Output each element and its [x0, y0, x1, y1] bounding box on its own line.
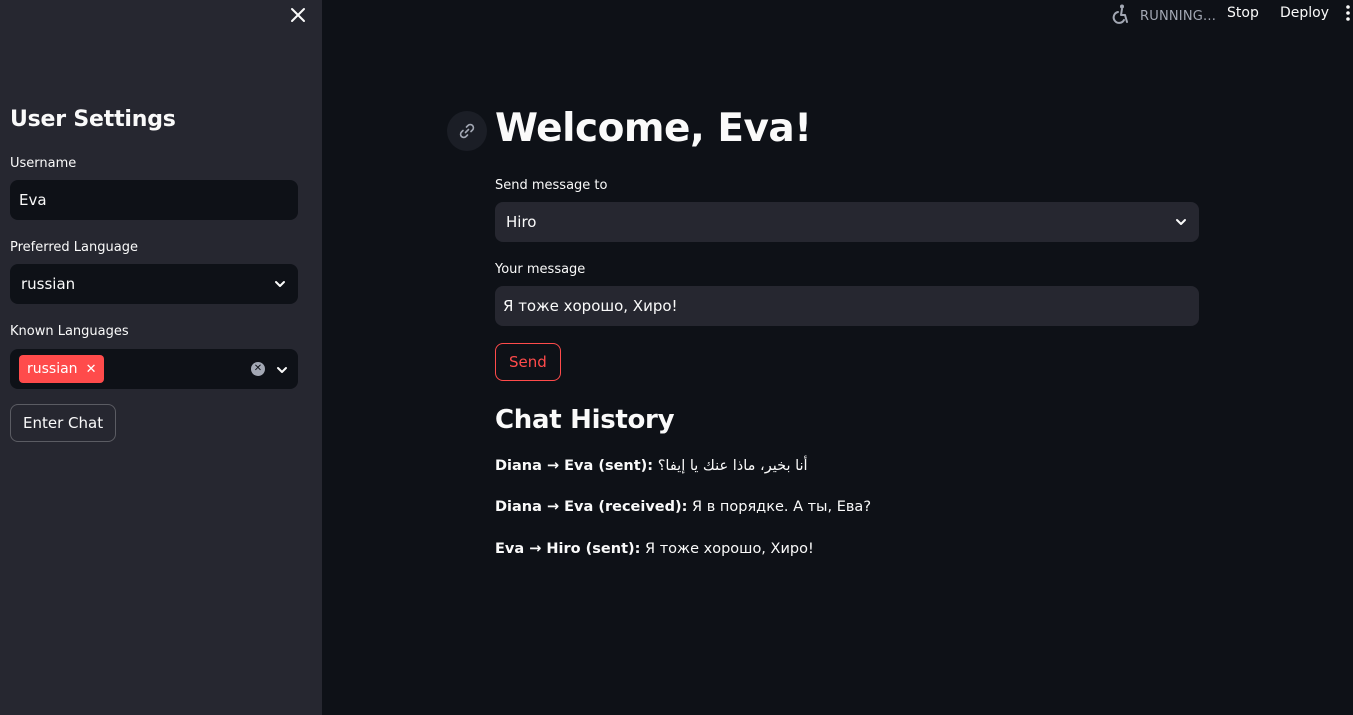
chat-history-prefix: Diana → Eva (sent): [495, 458, 654, 474]
recipient-select[interactable]: Hiro [495, 202, 1199, 242]
chevron-down-icon[interactable] [275, 362, 289, 376]
deploy-button[interactable]: Deploy [1280, 5, 1329, 21]
running-status-text: RUNNING... [1140, 8, 1217, 24]
preferred-language-label: Preferred Language [10, 240, 138, 255]
message-input[interactable]: Я тоже хорошо, Хиро! [495, 286, 1199, 326]
preferred-language-value: russian [21, 275, 76, 293]
link-icon[interactable] [447, 111, 487, 151]
chat-history-item: Eva → Hiro (sent): Я тоже хорошо, Хиро! [495, 541, 814, 557]
sidebar-title: User Settings [10, 107, 176, 132]
language-tag: russian ✕ [19, 355, 105, 383]
language-tag-label: russian [27, 361, 78, 377]
chat-history-item: Diana → Eva (received): Я в порядке. А т… [495, 499, 871, 515]
page-title: Welcome, Eva! [495, 106, 812, 151]
chat-history-text: Я в порядке. А ты, Ева? [692, 499, 872, 515]
main-menu-icon[interactable] [1345, 4, 1351, 22]
stop-button[interactable]: Stop [1227, 5, 1259, 21]
remove-tag-icon[interactable]: ✕ [86, 363, 97, 376]
chat-history-text: أنا بخير، ماذا عنك يا إيفا؟ [657, 458, 808, 474]
recipient-label: Send message to [495, 178, 608, 193]
chat-history-prefix: Diana → Eva (received): [495, 499, 688, 515]
running-status: RUNNING... [1110, 3, 1216, 29]
sidebar: User Settings Username Eva Preferred Lan… [0, 0, 322, 715]
chevron-down-icon [1174, 215, 1188, 229]
preferred-language-select[interactable]: russian [10, 264, 298, 304]
enter-chat-button[interactable]: Enter Chat [10, 404, 117, 442]
close-sidebar-icon[interactable] [289, 6, 307, 24]
send-button[interactable]: Send [495, 343, 561, 381]
chat-history-text: Я тоже хорошо, Хиро! [645, 541, 814, 557]
username-label: Username [10, 156, 77, 171]
chevron-down-icon [273, 277, 287, 291]
known-languages-multiselect[interactable]: russian ✕ ✕ [10, 349, 298, 389]
recipient-value: Hiro [506, 213, 537, 231]
username-value: Eva [19, 191, 47, 209]
chat-history-item: Diana → Eva (sent): أنا بخير، ماذا عنك ي… [495, 458, 808, 474]
message-label: Your message [495, 262, 586, 277]
known-languages-label: Known Languages [10, 324, 129, 339]
chat-history-title: Chat History [495, 405, 675, 435]
message-value: Я тоже хорошо, Хиро! [503, 297, 678, 315]
chat-history-prefix: Eva → Hiro (sent): [495, 541, 641, 557]
clear-all-icon[interactable]: ✕ [251, 362, 265, 376]
running-man-icon [1110, 3, 1132, 29]
username-input[interactable]: Eva [10, 180, 298, 220]
